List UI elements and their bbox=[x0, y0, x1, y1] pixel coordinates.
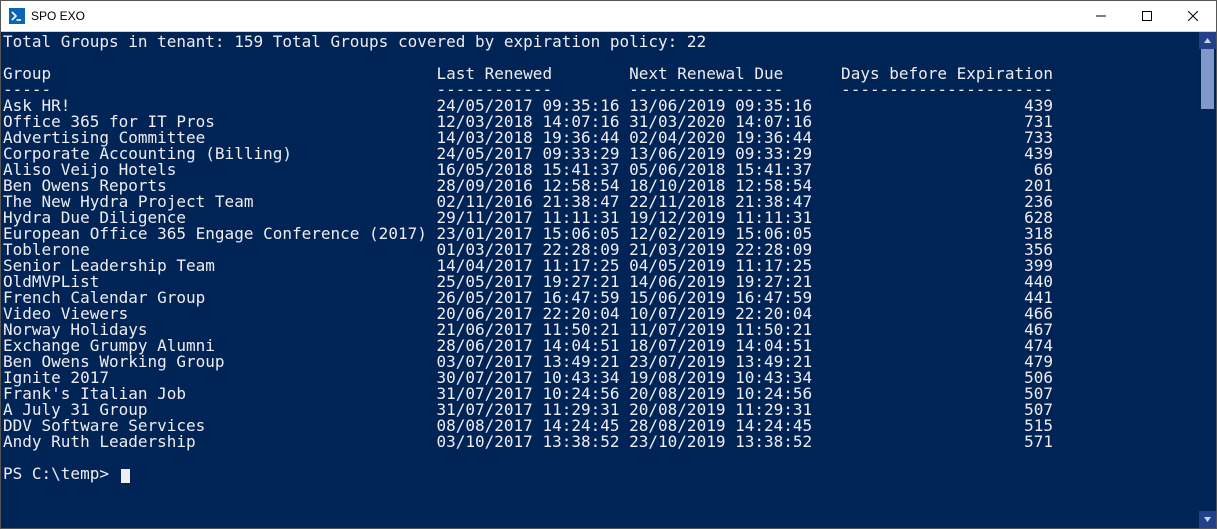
console-output[interactable]: Total Groups in tenant: 159 Total Groups… bbox=[1, 32, 1199, 528]
scroll-down-button[interactable] bbox=[1199, 511, 1216, 528]
maximize-button[interactable] bbox=[1124, 1, 1170, 31]
client-area: Total Groups in tenant: 159 Total Groups… bbox=[1, 32, 1216, 528]
scroll-thumb[interactable] bbox=[1201, 49, 1214, 109]
scroll-track[interactable] bbox=[1199, 49, 1216, 511]
cursor bbox=[121, 469, 130, 483]
powershell-window: SPO EXO Total Groups in tenant: 159 Tota… bbox=[0, 0, 1217, 529]
prompt-line[interactable]: PS C:\temp> bbox=[3, 466, 1199, 482]
close-button[interactable] bbox=[1170, 1, 1216, 31]
powershell-icon bbox=[9, 8, 25, 24]
titlebar[interactable]: SPO EXO bbox=[1, 1, 1216, 32]
window-title: SPO EXO bbox=[31, 9, 85, 23]
minimize-button[interactable] bbox=[1078, 1, 1124, 31]
vertical-scrollbar[interactable] bbox=[1199, 32, 1216, 528]
scroll-up-button[interactable] bbox=[1199, 32, 1216, 49]
